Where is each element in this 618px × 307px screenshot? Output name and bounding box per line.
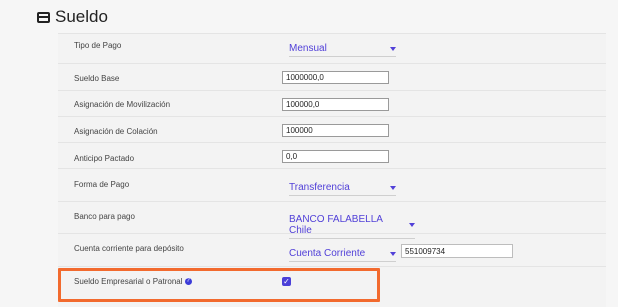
chevron-down-icon [390, 46, 396, 51]
credit-card-icon [37, 11, 50, 23]
empresarial-label: Sueldo Empresarial o Patronal? [74, 277, 192, 286]
row-divider [58, 90, 606, 91]
asig-movilizacion-label: Asignación de Movilización [74, 100, 171, 109]
row-divider [58, 33, 606, 34]
empresarial-label-text: Sueldo Empresarial o Patronal [74, 277, 183, 286]
row-divider [58, 168, 606, 169]
row-divider [58, 63, 606, 64]
cuenta-type-value: Cuenta Corriente [289, 248, 366, 259]
banco-label: Banco para pago [74, 212, 135, 221]
asig-movilizacion-input[interactable]: 100000,0 [282, 98, 389, 111]
asig-colacion-label: Asignación de Colación [74, 127, 158, 136]
row-divider [58, 201, 606, 202]
chevron-down-icon [390, 251, 396, 256]
cuenta-label: Cuenta corriente para depósito [74, 244, 184, 253]
anticipo-input[interactable]: 0,0 [282, 150, 389, 163]
section-header: Sueldo [37, 7, 108, 27]
help-icon[interactable]: ? [184, 278, 192, 286]
section-title: Sueldo [55, 7, 108, 26]
banco-value: BANCO FALABELLA Chile [289, 214, 383, 236]
asig-colacion-input[interactable]: 100000 [282, 124, 389, 137]
banco-select[interactable]: BANCO FALABELLA Chile [289, 214, 415, 239]
row-divider [58, 142, 606, 143]
forma-pago-label: Forma de Pago [74, 180, 130, 189]
tipo-pago-select[interactable]: Mensual [289, 43, 396, 57]
forma-pago-value: Transferencia [289, 182, 350, 193]
row-divider [58, 266, 606, 267]
anticipo-label: Anticipo Pactado [74, 154, 135, 163]
cuenta-number-input[interactable]: 551009734 [401, 244, 513, 258]
chevron-down-icon [409, 223, 415, 227]
cuenta-type-select[interactable]: Cuenta Corriente [289, 248, 396, 262]
tipo-pago-label: Tipo de Pago [74, 41, 122, 50]
empresarial-checkbox[interactable]: ✓ [282, 277, 291, 286]
sueldo-base-input[interactable]: 1000000,0 [282, 71, 389, 84]
chevron-down-icon [390, 185, 396, 190]
checkmark-icon: ✓ [283, 277, 290, 286]
sueldo-base-label: Sueldo Base [74, 74, 120, 83]
row-divider [58, 116, 606, 117]
tipo-pago-value: Mensual [289, 43, 327, 54]
forma-pago-select[interactable]: Transferencia [289, 182, 396, 196]
